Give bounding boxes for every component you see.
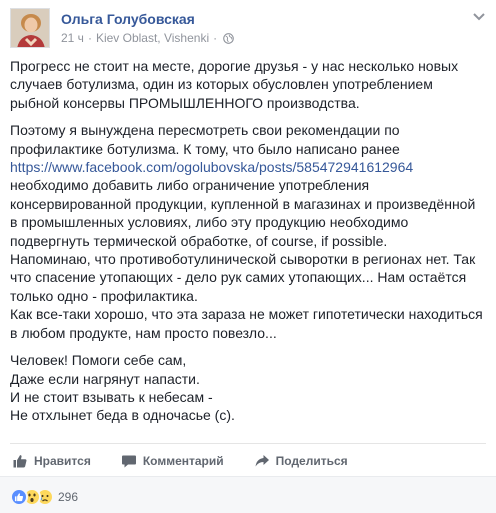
post-text-line: Поэтому я вынуждена пересмотреть свои ре… bbox=[10, 122, 400, 139]
post-meta: 21 ч · Kiev Oblast, Vishenki · bbox=[61, 31, 234, 45]
comment-button[interactable]: Комментарий bbox=[121, 453, 224, 469]
post-text-line: Даже если нагрянут напасти. bbox=[10, 370, 200, 387]
meta-separator: · bbox=[87, 31, 92, 45]
post-text-line: профилактике ботулизма. К тому, что было… bbox=[10, 140, 400, 157]
post-link[interactable]: https://www.facebook.com/ogolubovska/pos… bbox=[10, 158, 488, 176]
author-avatar[interactable] bbox=[10, 8, 50, 48]
post-text-line: Напоминаю, что противоботулинической сыв… bbox=[10, 251, 476, 268]
meta-separator-2: · bbox=[213, 31, 218, 45]
comment-icon bbox=[121, 455, 136, 468]
author-name[interactable]: Ольга Голубовская bbox=[61, 11, 195, 27]
post-text-line: И не стоит взывать к небесам - bbox=[10, 388, 213, 405]
post-actions: Нравится Комментарий Поделиться bbox=[10, 447, 486, 475]
post-text-line: подвергнуть термической обработке, of co… bbox=[10, 232, 388, 249]
like-button[interactable]: Нравится bbox=[12, 453, 91, 469]
globe-icon bbox=[223, 32, 234, 44]
post-time[interactable]: 21 ч bbox=[61, 31, 84, 45]
share-button[interactable]: Поделиться bbox=[254, 453, 348, 469]
reaction-count: 296 bbox=[58, 490, 79, 504]
post-location[interactable]: Kiev Oblast, Vishenki bbox=[96, 31, 209, 45]
post-text-line: Не отхлынет беда в одночасье (с). bbox=[10, 407, 235, 424]
share-label: Поделиться bbox=[275, 454, 348, 468]
post-text-line: Как все-таки хорошо, что эта зараза не м… bbox=[10, 306, 483, 323]
post-text-line: Человек! Помоги себе сам, bbox=[10, 352, 187, 369]
post-text-line: только одно - профилактика. bbox=[10, 287, 198, 304]
reactions-bar: 296 bbox=[0, 476, 496, 513]
like-label: Нравится bbox=[34, 454, 91, 468]
post-text-line: в промышленных условиях, либо эту продук… bbox=[10, 214, 409, 231]
post-text-line: в любом продукте, нам просто повезло... bbox=[10, 324, 277, 341]
post-paragraph: Человек! Помоги себе сам, Даже если нагря… bbox=[10, 351, 488, 425]
facebook-post: Ольга Голубовская 21 ч · Kiev Oblast, Vi… bbox=[0, 0, 496, 513]
share-icon bbox=[255, 455, 269, 467]
post-header: Ольга Голубовская 21 ч · Kiev Oblast, Vi… bbox=[10, 8, 486, 50]
post-paragraph: Прогресс не стоит на месте, дорогие друз… bbox=[10, 57, 488, 112]
reactions-summary[interactable]: 296 bbox=[10, 488, 78, 506]
comment-label: Комментарий bbox=[142, 454, 224, 468]
post-text-line: рыбной консервы ПРОМЫШЛЕННОГО производст… bbox=[10, 94, 360, 111]
post-text-line: необходимо добавить либо ограничение упо… bbox=[10, 177, 370, 194]
post-text-line: консервированной продукции, купленной в … bbox=[10, 195, 476, 212]
divider bbox=[10, 443, 486, 444]
chevron-down-icon[interactable] bbox=[472, 12, 486, 22]
thumbs-up-icon bbox=[13, 455, 27, 468]
post-text-line: случаев ботулизма, один из которых обусл… bbox=[10, 76, 433, 93]
post-content: Прогресс не стоит на месте, дорогие друз… bbox=[10, 57, 488, 434]
post-text-line: Прогресс не стоит на месте, дорогие друз… bbox=[10, 58, 459, 74]
like-icon bbox=[10, 488, 28, 506]
post-text-line: что спасение утопающих - дело рук самих … bbox=[10, 269, 467, 286]
post-paragraph: Поэтому я вынуждена пересмотреть свои ре… bbox=[10, 121, 488, 342]
